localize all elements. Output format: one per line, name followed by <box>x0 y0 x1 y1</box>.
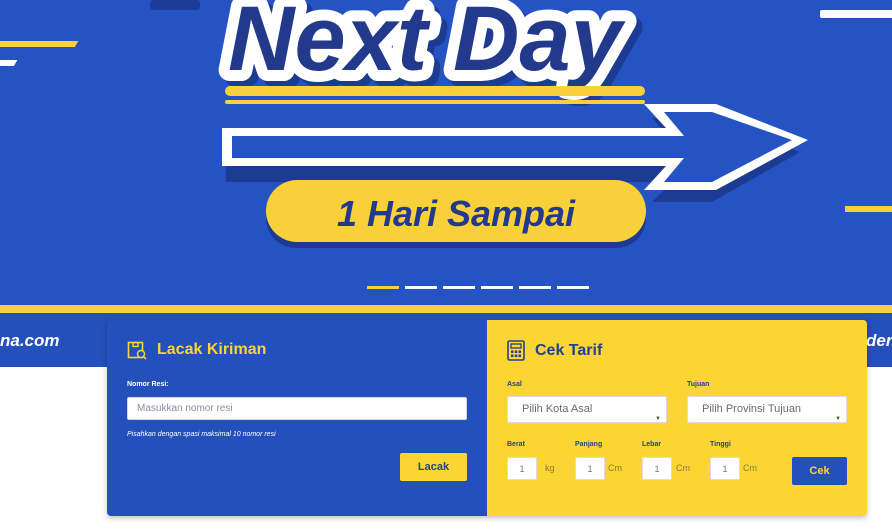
tracking-header: Lacak Kiriman <box>127 340 266 360</box>
origin-select[interactable]: Pilih Kota Asal ▼ <box>507 396 667 423</box>
width-unit: Cm <box>676 463 690 473</box>
slide-dot-3[interactable] <box>443 286 475 289</box>
resi-label: Nomor Resi: <box>127 381 169 388</box>
lacak-button[interactable]: Lacak <box>400 453 467 481</box>
tracking-panel: Lacak Kiriman Nomor Resi: Pisahkan denga… <box>107 320 487 516</box>
dest-select[interactable]: Pilih Provinsi Tujuan ▼ <box>687 396 847 423</box>
calculator-icon <box>507 340 525 361</box>
tracking-tariff-panels: Lacak Kiriman Nomor Resi: Pisahkan denga… <box>107 320 867 516</box>
tracking-title: Lacak Kiriman <box>157 341 267 358</box>
hero-tagline: 1 Hari Sampai <box>337 193 576 234</box>
tariff-header: Cek Tarif <box>507 340 602 361</box>
length-label: Panjang <box>575 441 603 448</box>
chevron-down-icon: ▼ <box>655 416 661 422</box>
slide-dot-4[interactable] <box>481 286 513 289</box>
hero-headline: Next Day <box>228 0 626 90</box>
width-label: Lebar <box>642 441 662 448</box>
weight-label: Berat <box>507 441 525 448</box>
weight-input[interactable] <box>507 457 537 480</box>
package-search-icon <box>127 341 147 360</box>
slider-dots <box>367 286 589 289</box>
height-unit: Cm <box>743 463 757 473</box>
tariff-title: Cek Tarif <box>535 341 603 359</box>
resi-input[interactable] <box>127 397 467 420</box>
cek-button[interactable]: Cek <box>792 457 847 485</box>
weight-unit: kg <box>545 463 555 473</box>
hero-url-right: der <box>866 331 892 350</box>
hero-stripe <box>0 305 892 313</box>
height-label: Tinggi <box>710 441 731 448</box>
origin-select-value: Pilih Kota Asal <box>522 403 593 415</box>
length-unit: Cm <box>608 463 622 473</box>
dest-select-value: Pilih Provinsi Tujuan <box>702 403 802 415</box>
tariff-panel: Cek Tarif Asal Pilih Kota Asal ▼ Tujuan … <box>487 320 867 516</box>
height-input[interactable] <box>710 457 740 480</box>
slide-dot-6[interactable] <box>557 286 589 289</box>
chevron-down-icon: ▼ <box>835 416 841 422</box>
hero-banner[interactable]: Next Day Next Day Next Day 1 Hari Sampai… <box>0 0 892 367</box>
hero-url-left: na.com <box>0 331 60 350</box>
hero-artwork: Next Day Next Day Next Day 1 Hari Sampai <box>0 0 892 248</box>
width-input[interactable] <box>642 457 672 480</box>
resi-hint: Pisahkan dengan spasi maksimal 10 nomor … <box>127 431 276 438</box>
slide-dot-2[interactable] <box>405 286 437 289</box>
dest-label: Tujuan <box>687 381 710 388</box>
slide-dot-5[interactable] <box>519 286 551 289</box>
length-input[interactable] <box>575 457 605 480</box>
origin-label: Asal <box>507 381 522 388</box>
slide-dot-1[interactable] <box>367 286 399 289</box>
